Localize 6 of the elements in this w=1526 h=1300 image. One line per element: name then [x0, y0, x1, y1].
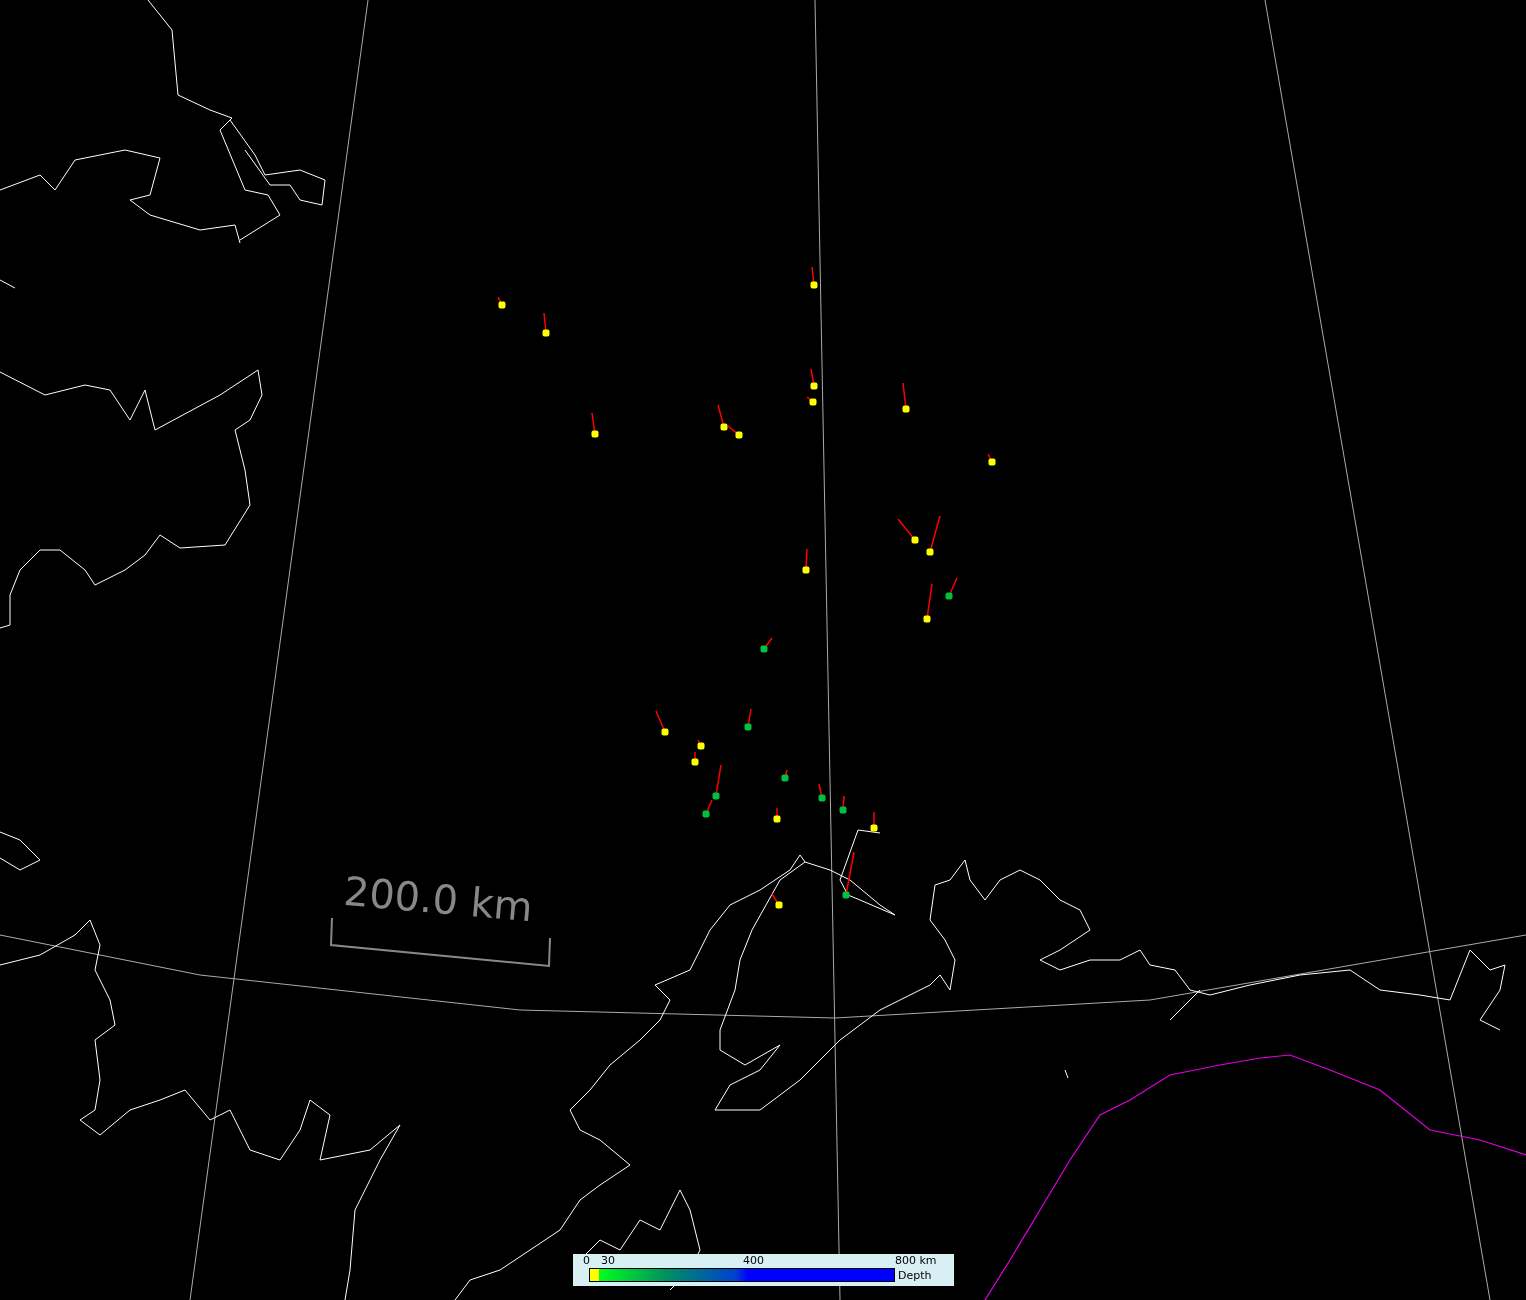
legend-label: Depth [898, 1268, 932, 1282]
legend-tick-label: 30 [601, 1254, 615, 1267]
scale-label: 200.0 km [342, 868, 535, 931]
legend-tick-label: 400 [743, 1254, 764, 1267]
legend-tick-label: 800 km [895, 1254, 937, 1267]
legend-tick-label: 0 [583, 1254, 590, 1267]
